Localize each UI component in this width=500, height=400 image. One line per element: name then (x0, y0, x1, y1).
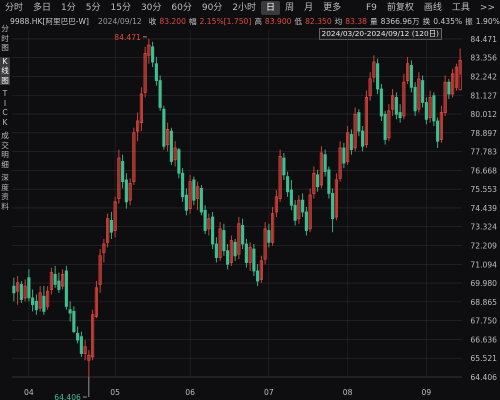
y-tick-label: 83.356 (470, 54, 497, 63)
candle-body (72, 310, 76, 333)
y-tick-label: 75.553 (470, 185, 497, 194)
y-tick-label: 69.980 (470, 279, 497, 288)
candle-body (304, 211, 308, 231)
candle-body (121, 161, 125, 183)
candle-body (203, 209, 207, 231)
candle-body (421, 80, 425, 103)
candle-body (342, 147, 346, 164)
candle-body (233, 241, 237, 257)
y-tick-label: 76.668 (470, 166, 497, 175)
candle-body (109, 220, 113, 233)
candle-body (379, 88, 383, 117)
x-tick-label: 09 (422, 388, 432, 397)
y-tick-label: 82.242 (470, 72, 497, 81)
candle-body (124, 179, 128, 203)
candle-body (252, 248, 256, 272)
low-price-annotation: 64.406 (54, 393, 81, 400)
candle-body (27, 277, 31, 299)
candle-body (432, 95, 436, 122)
candle-body (327, 169, 331, 194)
y-tick-label: 78.897 (470, 129, 497, 138)
y-tick-label: 72.209 (470, 242, 497, 251)
candle-body (79, 336, 83, 354)
candle-body (12, 285, 16, 294)
candle-body (301, 199, 305, 213)
candle-body (76, 332, 80, 341)
candle-body (286, 176, 290, 193)
candle-body (424, 102, 428, 120)
candle-body (413, 86, 417, 112)
candle-body (192, 179, 196, 201)
y-tick-label: 67.750 (470, 317, 497, 326)
x-tick-label: 08 (343, 388, 353, 397)
candle-body (316, 174, 320, 188)
candle-body (383, 113, 387, 140)
candle-body (42, 295, 46, 312)
x-tick-label: 04 (24, 388, 34, 397)
candle-body (293, 204, 297, 221)
candle-body (199, 187, 203, 213)
candle-body (349, 134, 353, 151)
candle-body (181, 172, 185, 198)
candle-body (436, 120, 440, 142)
candle-body (394, 96, 398, 115)
candle-body (68, 309, 72, 314)
y-tick-label: 73.324 (470, 223, 497, 232)
candle-body (34, 300, 38, 311)
candle-body (256, 270, 260, 282)
candle-body (226, 250, 230, 265)
x-tick-label: 05 (110, 388, 120, 397)
y-tick-label: 74.439 (470, 204, 497, 213)
y-tick-label: 64.406 (470, 373, 497, 382)
y-tick-label: 65.521 (470, 354, 497, 363)
candle-body (282, 157, 286, 176)
y-tick-label: 77.783 (470, 148, 497, 157)
candle-body (331, 193, 335, 220)
candle-body (57, 280, 61, 290)
candle-body (357, 112, 361, 132)
candle-body (184, 194, 188, 211)
candle-body (447, 81, 451, 95)
candle-body (211, 216, 215, 245)
candle-body (214, 243, 218, 258)
candle-body (409, 64, 413, 88)
candle-body (244, 243, 248, 263)
y-tick-label: 81.127 (470, 91, 497, 100)
candle-body (398, 112, 402, 119)
candle-body (19, 284, 23, 300)
candle-body (31, 297, 35, 306)
candle-body (323, 154, 327, 172)
candle-body (151, 46, 155, 63)
candle-body (169, 130, 173, 162)
candle-body (361, 130, 365, 147)
candle-body (53, 273, 57, 285)
candle-body (64, 270, 68, 307)
y-tick-label: 71.094 (470, 260, 497, 269)
candle-body (222, 230, 226, 252)
candle-body (158, 80, 162, 108)
y-tick-label: 68.865 (470, 298, 497, 307)
candle-body (289, 189, 293, 206)
candle-body (162, 108, 166, 147)
candle-body (241, 225, 245, 245)
candle-body (154, 63, 158, 81)
kline-chart[interactable]: 84.471 83.356 82.242 81.127 80.012 78.897 77.7… (0, 0, 500, 400)
y-tick-label: 66.636 (470, 335, 497, 344)
y-tick-label: 84.471 (470, 35, 497, 44)
candle-body (376, 63, 380, 90)
x-tick-label: 07 (264, 388, 274, 397)
candle-body (267, 230, 271, 243)
candle-body (177, 149, 181, 174)
x-tick-label: 06 (185, 388, 195, 397)
high-price-annotation: 84.471 (114, 33, 141, 42)
y-tick-label: 80.012 (470, 110, 497, 119)
